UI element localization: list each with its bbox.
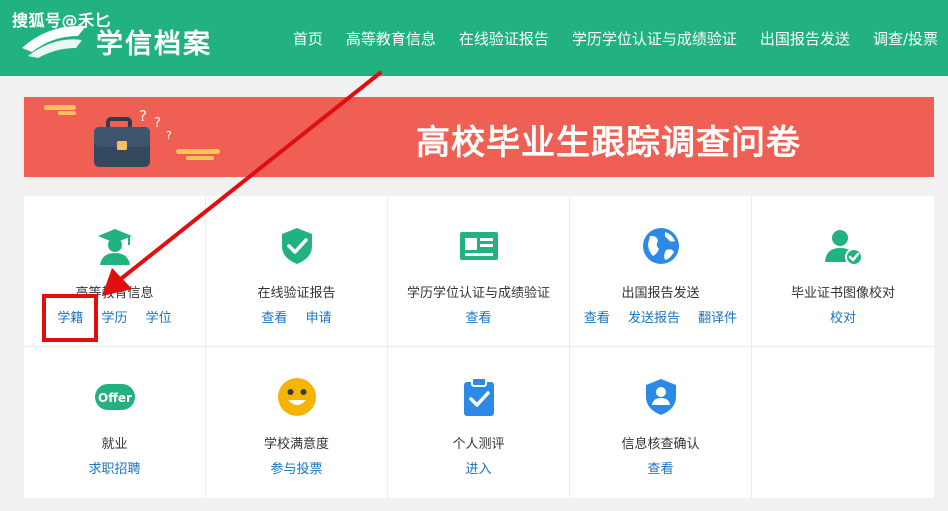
link-enter[interactable]: 进入 bbox=[465, 462, 491, 477]
service-links: 求职招聘 bbox=[24, 458, 205, 477]
link-academic-record[interactable]: 学历 bbox=[101, 311, 127, 326]
service-links: 查看 申请 bbox=[206, 307, 387, 326]
svg-text:Offer: Offer bbox=[98, 391, 132, 405]
service-title: 出国报告发送 bbox=[621, 286, 700, 301]
service-links: 参与投票 bbox=[206, 458, 387, 477]
nav-item-degree-certification[interactable]: 学历学位认证与成绩验证 bbox=[572, 28, 737, 49]
link-send-report[interactable]: 发送报告 bbox=[628, 311, 680, 326]
svg-text:?: ? bbox=[139, 107, 147, 125]
clipboard-check-icon bbox=[459, 377, 499, 417]
service-tile-info-verification: 信息核查确认 查看 bbox=[570, 347, 752, 498]
graduate-icon bbox=[95, 226, 135, 266]
service-tile-employment: Offer 就业 求职招聘 bbox=[24, 347, 206, 498]
link-view[interactable]: 查看 bbox=[261, 311, 287, 326]
service-tile-online-verification: 在线验证报告 查看 申请 bbox=[206, 196, 388, 347]
svg-text:?: ? bbox=[166, 129, 172, 142]
link-degree[interactable]: 学位 bbox=[146, 311, 172, 326]
service-links: 查看 bbox=[388, 307, 569, 326]
service-title: 毕业证书图像校对 bbox=[790, 286, 895, 301]
service-links: 进入 bbox=[388, 458, 569, 477]
service-title: 个人测评 bbox=[452, 437, 505, 452]
services-grid: 高等教育信息 学籍 学历 学位 在线验证报告 查看 申请 学历学位认证与成绩验证… bbox=[24, 196, 934, 498]
service-title: 学校满意度 bbox=[263, 437, 329, 452]
link-view[interactable]: 查看 bbox=[647, 462, 673, 477]
service-title: 学历学位认证与成绩验证 bbox=[406, 286, 550, 301]
globe-icon bbox=[641, 226, 681, 266]
link-job-search[interactable]: 求职招聘 bbox=[88, 462, 140, 477]
service-links: 校对 bbox=[752, 307, 934, 326]
header-bar: 搜狐号@禾匕 学信档案 首页 高等教育信息 在线验证报告 学历学位认证与成绩验证… bbox=[0, 0, 948, 76]
nav-item-survey-vote[interactable]: 调查/投票 bbox=[873, 28, 938, 49]
annotation-highlight-box bbox=[42, 294, 98, 342]
service-links: 查看 bbox=[570, 458, 751, 477]
service-title: 在线验证报告 bbox=[257, 286, 336, 301]
banner-title: 高校毕业生跟踪调查问卷 bbox=[416, 123, 801, 163]
logo-icon[interactable] bbox=[18, 18, 90, 60]
survey-banner[interactable]: ? ? ? 高校毕业生跟踪调查问卷 bbox=[24, 97, 934, 177]
link-apply[interactable]: 申请 bbox=[306, 311, 332, 326]
nav-item-home[interactable]: 首页 bbox=[293, 28, 323, 49]
service-tile-school-satisfaction: 学校满意度 参与投票 bbox=[206, 347, 388, 498]
offer-icon: Offer bbox=[94, 377, 135, 417]
nav-item-higher-education-info[interactable]: 高等教育信息 bbox=[346, 28, 436, 49]
service-title: 信息核查确认 bbox=[621, 437, 700, 452]
briefcase-icon: ? ? ? bbox=[44, 105, 220, 167]
service-tile-overseas-report: 出国报告发送 查看 发送报告 翻译件 bbox=[570, 196, 752, 347]
empty-tile bbox=[752, 347, 934, 498]
service-tile-degree-certification: 学历学位认证与成绩验证 查看 bbox=[388, 196, 570, 347]
shield-user-icon bbox=[641, 377, 681, 417]
shield-check-icon bbox=[277, 226, 317, 266]
link-view[interactable]: 查看 bbox=[465, 311, 491, 326]
nav-item-overseas-report[interactable]: 出国报告发送 bbox=[760, 28, 850, 49]
certificate-card-icon bbox=[459, 226, 499, 266]
service-links: 查看 发送报告 翻译件 bbox=[570, 307, 751, 326]
svg-text:?: ? bbox=[154, 116, 161, 131]
service-title: 就业 bbox=[101, 437, 128, 452]
service-tile-diploma-image-check: 毕业证书图像校对 校对 bbox=[752, 196, 934, 347]
user-check-icon bbox=[823, 226, 863, 266]
link-view[interactable]: 查看 bbox=[584, 311, 610, 326]
nav-item-online-verification[interactable]: 在线验证报告 bbox=[459, 28, 549, 49]
link-translation[interactable]: 翻译件 bbox=[698, 311, 737, 326]
service-tile-personal-assessment: 个人测评 进入 bbox=[388, 347, 570, 498]
main-nav: 首页 高等教育信息 在线验证报告 学历学位认证与成绩验证 出国报告发送 调查/投… bbox=[270, 0, 938, 76]
link-vote[interactable]: 参与投票 bbox=[270, 462, 322, 477]
smiley-icon bbox=[277, 377, 317, 417]
link-proofread[interactable]: 校对 bbox=[830, 311, 856, 326]
logo-text[interactable]: 学信档案 bbox=[96, 22, 212, 61]
